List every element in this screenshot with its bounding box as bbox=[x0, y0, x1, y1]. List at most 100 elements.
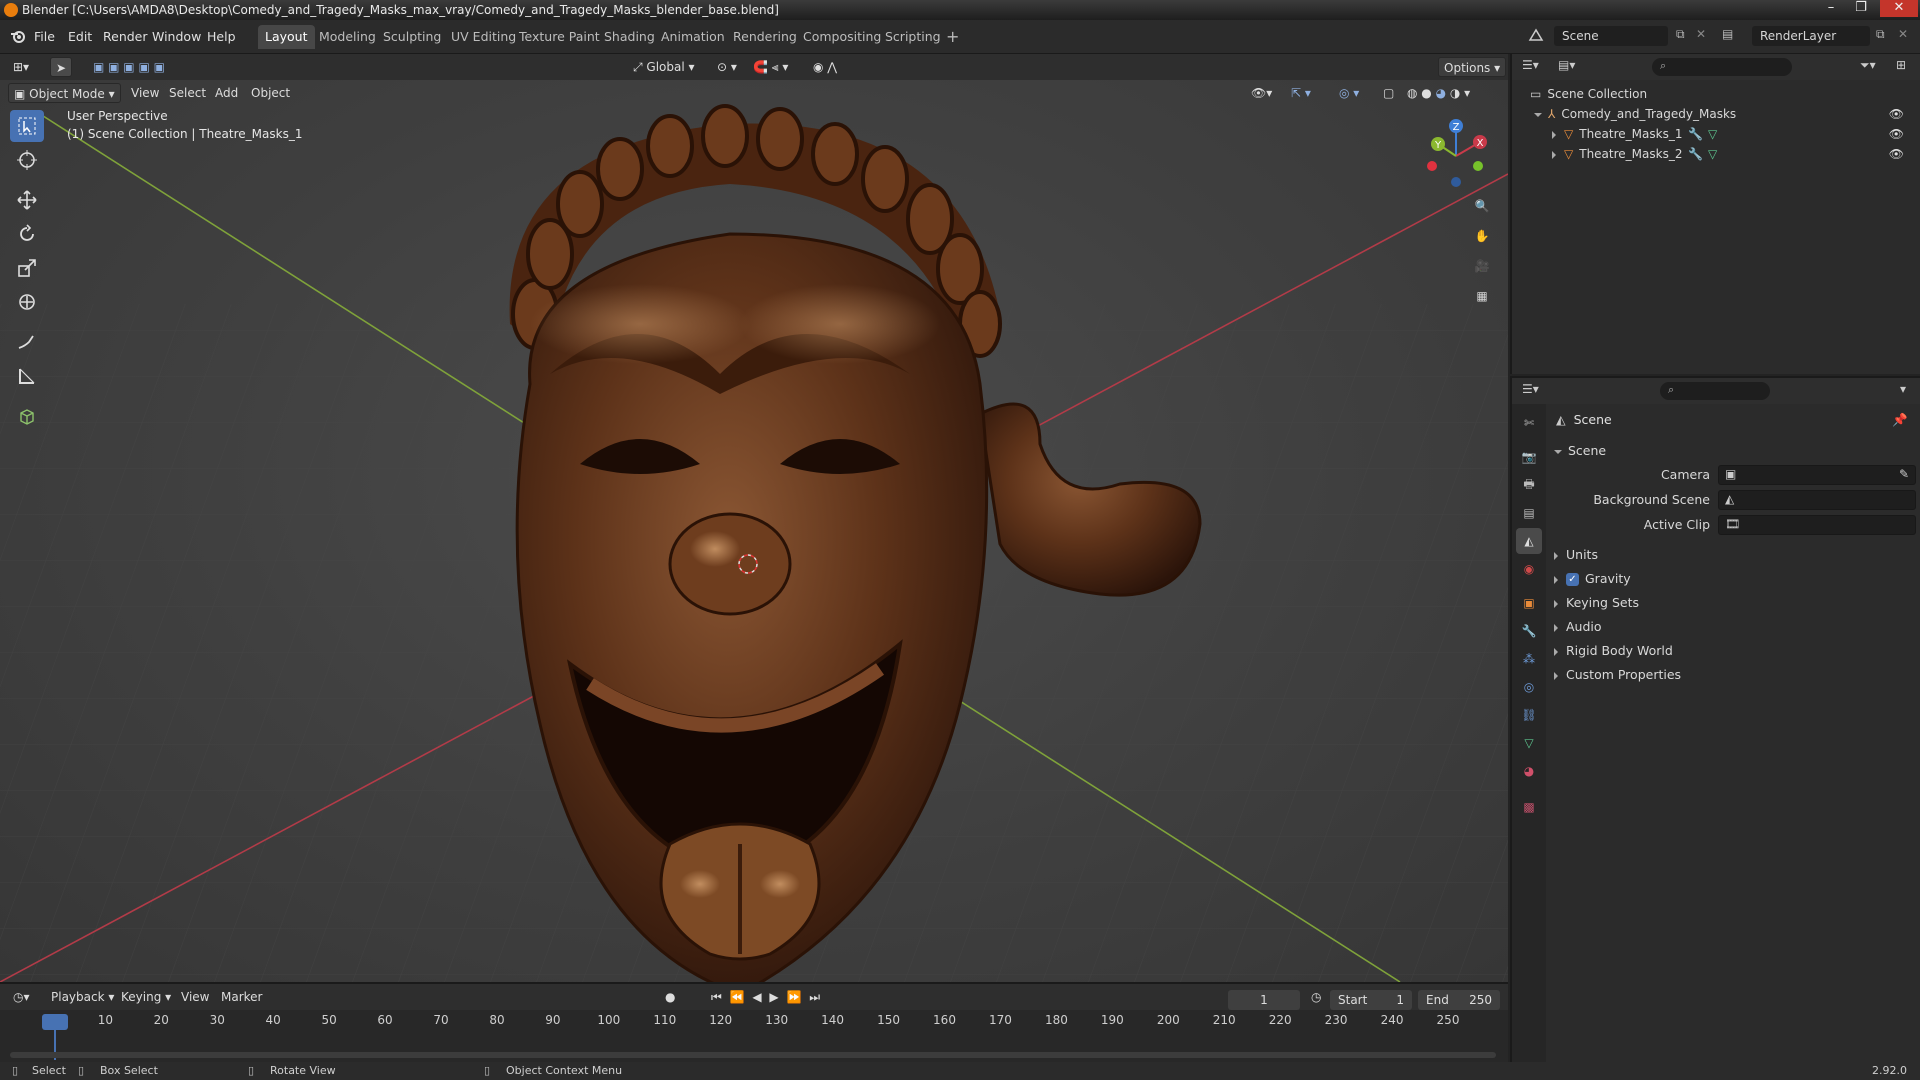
visibility-eye-icon[interactable]: 👁 bbox=[1889, 144, 1904, 164]
add-cube-tool-icon[interactable] bbox=[10, 400, 44, 432]
snap-toggle-icon[interactable]: 🧲 ⫷ ▾ bbox=[748, 57, 793, 77]
particles-tab-icon[interactable]: ⁂ bbox=[1516, 646, 1542, 672]
pin-icon[interactable]: 📌 bbox=[1892, 408, 1908, 432]
filter-icon[interactable]: ⏷▾ bbox=[1860, 58, 1876, 73]
gizmo-toggle-icon[interactable]: ⇱ ▾ bbox=[1286, 83, 1316, 103]
cursor-tool-icon[interactable] bbox=[10, 144, 44, 176]
scene-icon[interactable] bbox=[1526, 26, 1546, 46]
perspective-toggle-icon[interactable]: ▦ bbox=[1468, 282, 1496, 310]
tree-row-collection[interactable]: ⅄ Comedy_and_Tragedy_Masks 👁 bbox=[1512, 104, 1918, 124]
menu-edit[interactable]: Edit bbox=[68, 29, 92, 44]
new-view-layer-icon[interactable]: ⧉ bbox=[1876, 27, 1885, 42]
menu-select[interactable]: Select bbox=[164, 83, 211, 103]
scene-selector-field[interactable]: Scene bbox=[1554, 26, 1668, 46]
visibility-eye-icon[interactable]: 👁 bbox=[1889, 104, 1904, 124]
output-tab-icon[interactable]: 🖶 bbox=[1516, 472, 1542, 498]
blender-menu-icon[interactable] bbox=[10, 28, 26, 44]
3d-viewport[interactable]: ⊞▾ ➤ ▣ ▣ ▣ ▣ ▣ ⤢ Global ▾ ⊙ ▾ 🧲 ⫷ ▾ ◉ ⋀ … bbox=[0, 54, 1508, 982]
camera-field[interactable]: ▣ ✎ bbox=[1718, 465, 1916, 485]
mesh-data-icon[interactable]: ▽ bbox=[1708, 124, 1717, 144]
close-window-button[interactable]: ✕ bbox=[1880, 0, 1918, 17]
tool-tab-icon[interactable]: ✄ bbox=[1516, 410, 1542, 436]
scene-panel-header[interactable]: Scene bbox=[1554, 440, 1920, 462]
rigid-body-world-panel-header[interactable]: Rigid Body World bbox=[1554, 640, 1920, 662]
proportional-editing-icon[interactable]: ◉ ⋀ bbox=[808, 57, 842, 77]
collapse-arrow-icon[interactable] bbox=[1552, 150, 1556, 159]
tree-row-object-2[interactable]: ▽ Theatre_Masks_2 🔧 ▽ 👁 bbox=[1512, 144, 1918, 164]
units-panel-header[interactable]: Units bbox=[1554, 544, 1920, 566]
modifiers-tab-icon[interactable]: 🔧 bbox=[1516, 618, 1542, 644]
maximize-button[interactable]: ❐ bbox=[1846, 0, 1876, 17]
xray-toggle-icon[interactable]: ▢ bbox=[1378, 83, 1399, 103]
move-tool-icon[interactable] bbox=[10, 184, 44, 216]
timeline-scrollbar[interactable] bbox=[10, 1052, 1496, 1058]
world-tab-icon[interactable]: ◉ bbox=[1516, 556, 1542, 582]
workspace-tab-rendering[interactable]: Rendering bbox=[726, 25, 804, 49]
physics-tab-icon[interactable]: ◎ bbox=[1516, 674, 1542, 700]
workspace-tab-compositing[interactable]: Compositing bbox=[796, 25, 888, 49]
overlay-toggle-icon[interactable]: ◎ ▾ bbox=[1334, 83, 1364, 103]
workspace-tab-animation[interactable]: Animation bbox=[654, 25, 732, 49]
mode-dropdown[interactable]: ▣ Object Mode ▾ bbox=[8, 83, 121, 103]
selection-mode-icons[interactable]: ▣ ▣ ▣ ▣ ▣ bbox=[88, 57, 170, 77]
menu-window[interactable]: Window bbox=[152, 29, 201, 44]
new-scene-icon[interactable]: ⧉ bbox=[1676, 27, 1685, 42]
background-scene-field[interactable]: ◭ bbox=[1718, 490, 1916, 510]
menu-object[interactable]: Object bbox=[246, 83, 295, 103]
delete-view-layer-icon[interactable]: ✕ bbox=[1898, 27, 1908, 41]
constraints-tab-icon[interactable]: ⛓ bbox=[1516, 702, 1542, 728]
menu-render[interactable]: Render bbox=[103, 29, 148, 44]
transform-orientation-dropdown[interactable]: ⤢ Global ▾ bbox=[628, 57, 700, 77]
measure-tool-icon[interactable] bbox=[10, 360, 44, 392]
options-dropdown[interactable]: Options ▾ bbox=[1438, 57, 1507, 77]
workspace-tab-shading[interactable]: Shading bbox=[597, 25, 662, 49]
camera-view-icon[interactable]: 🎥 bbox=[1468, 252, 1496, 280]
tree-row-scene-collection[interactable]: ▭ Scene Collection bbox=[1512, 84, 1918, 104]
modifier-wrench-icon[interactable]: 🔧 bbox=[1688, 144, 1703, 164]
active-clip-field[interactable]: 🎞 bbox=[1718, 515, 1916, 535]
custom-properties-panel-header[interactable]: Custom Properties bbox=[1554, 664, 1920, 686]
gravity-panel-header[interactable]: ✓ Gravity bbox=[1554, 568, 1920, 590]
material-tab-icon[interactable]: ◕ bbox=[1516, 758, 1542, 784]
menu-add[interactable]: Add bbox=[210, 83, 243, 103]
add-workspace-icon[interactable]: + bbox=[946, 27, 959, 46]
new-collection-icon[interactable]: ⊞ bbox=[1896, 58, 1906, 72]
workspace-tab-sculpting[interactable]: Sculpting bbox=[376, 25, 448, 49]
collapse-arrow-icon[interactable] bbox=[1552, 130, 1556, 139]
workspace-tab-scripting[interactable]: Scripting bbox=[878, 25, 948, 49]
annotate-tool-icon[interactable] bbox=[10, 326, 44, 358]
workspace-tab-modeling[interactable]: Modeling bbox=[312, 25, 383, 49]
expand-arrow-icon[interactable] bbox=[1534, 112, 1542, 117]
theatre-mask-object[interactable] bbox=[440, 84, 1220, 982]
properties-search-input[interactable]: ⌕ bbox=[1660, 382, 1770, 400]
keying-sets-panel-header[interactable]: Keying Sets bbox=[1554, 592, 1920, 614]
eyedropper-icon[interactable]: ✎ bbox=[1899, 467, 1909, 481]
workspace-tab-texture-paint[interactable]: Texture Paint bbox=[512, 25, 607, 49]
mesh-data-tab-icon[interactable]: ▽ bbox=[1516, 730, 1542, 756]
object-tab-icon[interactable]: ▣ bbox=[1516, 590, 1542, 616]
properties-options-icon[interactable]: ▾ bbox=[1900, 382, 1906, 396]
view-layer-icon[interactable]: ▤ bbox=[1722, 27, 1733, 41]
transform-tool-icon[interactable] bbox=[10, 286, 44, 318]
tree-row-object-1[interactable]: ▽ Theatre_Masks_1 🔧 ▽ 👁 bbox=[1512, 124, 1918, 144]
view-layer-tab-icon[interactable]: ▤ bbox=[1516, 500, 1542, 526]
rotate-tool-icon[interactable] bbox=[10, 218, 44, 250]
properties-editor-type-icon[interactable]: ☰▾ bbox=[1522, 382, 1539, 396]
workspace-tab-layout[interactable]: Layout bbox=[258, 25, 315, 49]
mesh-data-icon[interactable]: ▽ bbox=[1708, 144, 1717, 164]
menu-file[interactable]: File bbox=[34, 29, 55, 44]
view-layer-selector-field[interactable]: RenderLayer bbox=[1752, 26, 1870, 46]
display-mode-icon[interactable]: ▤▾ bbox=[1558, 58, 1575, 72]
modifier-wrench-icon[interactable]: 🔧 bbox=[1688, 124, 1703, 144]
pivot-point-dropdown[interactable]: ⊙ ▾ bbox=[712, 57, 742, 77]
texture-tab-icon[interactable]: ▩ bbox=[1516, 794, 1542, 820]
outliner-editor-type-icon[interactable]: ☰▾ bbox=[1522, 58, 1539, 72]
select-tool-icon[interactable]: ➤ bbox=[50, 57, 73, 77]
scene-tab-icon[interactable]: ◭ bbox=[1516, 528, 1542, 554]
menu-view[interactable]: View bbox=[126, 83, 164, 103]
navigation-gizmo[interactable]: Z X Y bbox=[1416, 116, 1496, 196]
minimize-button[interactable]: – bbox=[1816, 0, 1846, 17]
zoom-icon[interactable]: 🔍 bbox=[1468, 192, 1496, 220]
visibility-dropdown-icon[interactable]: 👁▾ bbox=[1246, 83, 1277, 103]
render-tab-icon[interactable]: 📷 bbox=[1516, 444, 1542, 470]
